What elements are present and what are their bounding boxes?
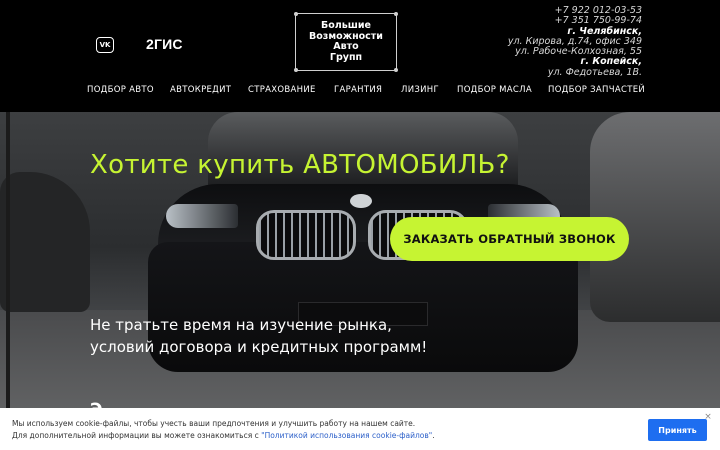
car-headlight-left bbox=[166, 204, 238, 228]
nav-item-warranty[interactable]: ГАРАНТИЯ bbox=[334, 85, 382, 95]
cookie-banner: Мы используем cookie-файлы, чтобы учесть… bbox=[0, 408, 720, 450]
contacts-block: +7 922 012-03-53 +7 351 750-99-74 г. Чел… bbox=[508, 5, 642, 78]
close-icon[interactable]: × bbox=[703, 412, 713, 422]
logo-line: Авто bbox=[333, 41, 359, 52]
hero-description-line: Не тратьте время на изучение рынка, bbox=[90, 316, 392, 334]
logo-corner-dot bbox=[394, 12, 398, 16]
nav-item-leasing[interactable]: ЛИЗИНГ bbox=[401, 85, 439, 95]
cookie-text: Мы используем cookie-файлы, чтобы учесть… bbox=[12, 418, 435, 442]
logo-corner-dot bbox=[294, 12, 298, 16]
address-text: ул. Федотьева, 1В. bbox=[547, 66, 642, 78]
main-nav: ПОДБОР АВТО АВТОКРЕДИТ СТРАХОВАНИЕ ГАРАН… bbox=[0, 85, 720, 99]
company-logo[interactable]: Большие Возможности Авто Групп bbox=[294, 12, 398, 72]
accept-cookies-button[interactable]: Принять bbox=[648, 419, 707, 441]
vk-icon-label: VK bbox=[99, 41, 111, 49]
cookie-text-line: Для дополнительной информации вы можете … bbox=[12, 430, 435, 442]
nav-item-insurance[interactable]: СТРАХОВАНИЕ bbox=[248, 85, 316, 95]
nav-item-parts-selection[interactable]: ПОДБОР ЗАПЧАСТЕЙ bbox=[548, 85, 645, 95]
car-grille-left bbox=[256, 210, 356, 260]
logo-corner-dot bbox=[394, 68, 398, 72]
nav-item-oil-selection[interactable]: ПОДБОР МАСЛА bbox=[457, 85, 532, 95]
hero-title: Хотите купить АВТОМОБИЛЬ? bbox=[90, 150, 510, 180]
nav-item-car-loan[interactable]: АВТОКРЕДИТ bbox=[170, 85, 231, 95]
cookie-policy-link[interactable]: "Политикой использования cookie-файлов" bbox=[261, 431, 432, 440]
nav-item-car-selection[interactable]: ПОДБОР АВТО bbox=[87, 85, 154, 95]
car-badge bbox=[350, 194, 372, 208]
hero-bg-car-left bbox=[0, 172, 90, 312]
cookie-text-suffix: . bbox=[432, 431, 435, 440]
2gis-link[interactable]: 2ГИС bbox=[146, 36, 183, 52]
hero-pole bbox=[6, 112, 10, 450]
logo-line: Групп bbox=[329, 51, 363, 63]
callback-button[interactable]: ЗАКАЗАТЬ ОБРАТНЫЙ ЗВОНОК bbox=[390, 217, 629, 261]
hero-description: Не тратьте время на изучение рынка, усло… bbox=[90, 314, 427, 358]
site-header: VK 2ГИС Большие Возможности Авто Групп +… bbox=[0, 0, 720, 112]
hero-description-line: условий договора и кредитных программ! bbox=[90, 338, 428, 356]
cookie-text-prefix: Для дополнительной информации вы можете … bbox=[12, 431, 262, 440]
logo-corner-dot bbox=[294, 68, 298, 72]
logo-line: Большие bbox=[321, 20, 371, 31]
cookie-text-line: Мы используем cookie-файлы, чтобы учесть… bbox=[12, 419, 416, 428]
vk-icon[interactable]: VK bbox=[96, 37, 114, 53]
